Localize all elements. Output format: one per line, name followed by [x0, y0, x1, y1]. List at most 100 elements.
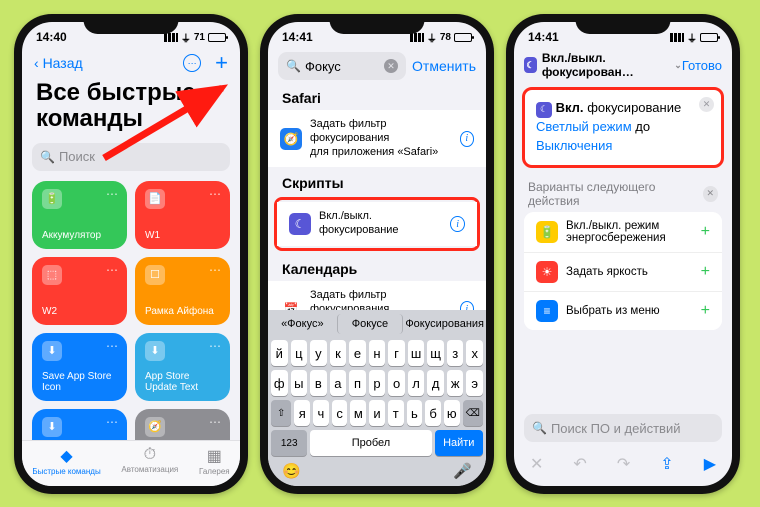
key[interactable]: щ: [427, 340, 444, 366]
key[interactable]: в: [310, 370, 327, 396]
key[interactable]: э: [466, 370, 483, 396]
tile-menu-icon[interactable]: ⋯: [209, 339, 222, 353]
kb-suggestion[interactable]: Фокусирования: [405, 314, 484, 334]
info-icon[interactable]: i: [460, 131, 474, 147]
info-icon[interactable]: i: [450, 216, 465, 232]
key-enter[interactable]: Найти: [435, 430, 483, 456]
tile-menu-icon[interactable]: ⋯: [209, 187, 222, 201]
shortcut-tile[interactable]: ⋯ 🧭 Short Link: [135, 409, 230, 440]
phone-1: 14:40 ⏚ 71 ‹ Назад ⋯ + Все быстрые коман…: [14, 14, 248, 494]
key[interactable]: о: [388, 370, 405, 396]
key[interactable]: р: [369, 370, 386, 396]
key[interactable]: а: [330, 370, 347, 396]
key[interactable]: е: [349, 340, 366, 366]
key[interactable]: ц: [291, 340, 308, 366]
mic-icon[interactable]: 🎤: [453, 462, 472, 480]
tile-label: App Store Update Text: [145, 371, 220, 393]
add-icon[interactable]: +: [701, 263, 710, 281]
suggestion-icon: 🔋: [536, 221, 558, 243]
key[interactable]: п: [349, 370, 366, 396]
emoji-icon[interactable]: 😊: [282, 462, 301, 480]
key[interactable]: г: [388, 340, 405, 366]
more-icon[interactable]: ⋯: [183, 54, 201, 72]
suggestion-cell[interactable]: ≡ Выбрать из меню +: [524, 292, 722, 330]
chevron-down-icon[interactable]: ⌄: [674, 60, 682, 71]
key[interactable]: б: [425, 400, 441, 426]
moon-icon: ☾: [524, 57, 537, 73]
key[interactable]: ф: [271, 370, 288, 396]
shortcut-title[interactable]: Вкл./выкл. фокусирован…: [542, 51, 669, 79]
undo-icon[interactable]: ↶: [573, 454, 586, 474]
key[interactable]: у: [310, 340, 327, 366]
key[interactable]: й: [271, 340, 288, 366]
kb-suggestion[interactable]: Фокусе: [337, 314, 404, 334]
focus-mode-param[interactable]: Светлый режим: [536, 119, 632, 134]
shortcut-tile[interactable]: ⋯ 🔋 Аккумулятор: [32, 181, 127, 249]
tile-menu-icon[interactable]: ⋯: [106, 415, 119, 429]
action-cell[interactable]: ☾ Вкл./выкл. фокусирование i: [277, 202, 477, 246]
key[interactable]: ж: [447, 370, 464, 396]
shortcut-tile[interactable]: ⋯ ☐ Рамка Айфона: [135, 257, 230, 325]
close-button[interactable]: ✕: [530, 454, 543, 474]
done-button[interactable]: Готово: [682, 58, 722, 73]
suggestion-cell[interactable]: 🔋 Вкл./выкл. режим энергосбережения +: [524, 212, 722, 253]
key[interactable]: ь: [407, 400, 423, 426]
tile-menu-icon[interactable]: ⋯: [106, 339, 119, 353]
remove-action-icon[interactable]: ✕: [699, 97, 714, 112]
key[interactable]: з: [447, 340, 464, 366]
clear-icon[interactable]: ✕: [384, 59, 398, 73]
tab-item[interactable]: ▦ Галерея: [199, 446, 230, 476]
key[interactable]: ю: [444, 400, 460, 426]
back-button[interactable]: ‹ Назад: [34, 55, 83, 71]
key[interactable]: м: [350, 400, 366, 426]
cancel-button[interactable]: Отменить: [412, 58, 476, 74]
tab-item[interactable]: ⏱ Автоматизация: [121, 446, 178, 476]
key[interactable]: ч: [313, 400, 329, 426]
add-icon[interactable]: +: [701, 302, 710, 320]
key[interactable]: л: [408, 370, 425, 396]
suggestion-cell[interactable]: ☀ Задать яркость +: [524, 253, 722, 292]
tile-label: W1: [145, 230, 220, 241]
key[interactable]: ⇧: [271, 400, 291, 426]
tile-menu-icon[interactable]: ⋯: [209, 415, 222, 429]
action-card[interactable]: ✕ ☾ Вкл. фокусирование Светлый режим до …: [524, 89, 722, 166]
key[interactable]: ы: [291, 370, 308, 396]
dismiss-suggestions-icon[interactable]: ✕: [703, 186, 718, 202]
key[interactable]: н: [369, 340, 386, 366]
share-icon[interactable]: ⇪: [660, 454, 673, 474]
key-123[interactable]: 123: [271, 430, 307, 456]
keyboard[interactable]: «Фокус»ФокусеФокусирования йцукенгшщзх фы…: [268, 310, 486, 486]
tile-menu-icon[interactable]: ⋯: [106, 263, 119, 277]
add-button[interactable]: +: [215, 50, 228, 76]
tile-menu-icon[interactable]: ⋯: [106, 187, 119, 201]
action-cell[interactable]: 🧭 Задать фильтр фокусированиядля приложе…: [268, 110, 486, 167]
key[interactable]: к: [330, 340, 347, 366]
shortcut-tile[interactable]: ⋯ ⬇ App Store Update Text: [135, 333, 230, 401]
key[interactable]: ⌫: [463, 400, 483, 426]
key[interactable]: ш: [408, 340, 425, 366]
search-input[interactable]: 🔍 Поиск: [32, 143, 230, 171]
key[interactable]: с: [332, 400, 348, 426]
kb-suggestion[interactable]: «Фокус»: [270, 314, 335, 334]
key[interactable]: и: [369, 400, 385, 426]
shortcut-tile[interactable]: ⋯ 📄 W1: [135, 181, 230, 249]
key[interactable]: я: [294, 400, 310, 426]
actions-search[interactable]: 🔍 Поиск ПО и действий: [524, 414, 722, 442]
shortcut-tile[interactable]: ⋯ ⬚ W2: [32, 257, 127, 325]
suggestion-label: Вкл./выкл. режим энергосбережения: [566, 220, 693, 244]
redo-icon[interactable]: ↷: [617, 454, 630, 474]
add-icon[interactable]: +: [701, 223, 710, 241]
tab-item[interactable]: ◆ Быстрые команды: [32, 446, 100, 476]
action-cell[interactable]: 📅 Задать фильтр фокусированиядля приложе…: [268, 281, 486, 310]
play-button[interactable]: ▶: [704, 454, 716, 474]
tile-menu-icon[interactable]: ⋯: [209, 263, 222, 277]
until-param[interactable]: Выключения: [536, 138, 612, 153]
shortcut-tile[interactable]: ⋯ ⬇ Save App Store Icon: [32, 333, 127, 401]
info-icon[interactable]: i: [460, 301, 474, 310]
key[interactable]: т: [388, 400, 404, 426]
key[interactable]: х: [466, 340, 483, 366]
key[interactable]: д: [427, 370, 444, 396]
search-input[interactable]: 🔍 Фокус ✕: [278, 52, 406, 80]
key-space[interactable]: Пробел: [310, 430, 431, 456]
shortcut-tile[interactable]: ⋯ ⬇ Save App Store Screenshots: [32, 409, 127, 440]
